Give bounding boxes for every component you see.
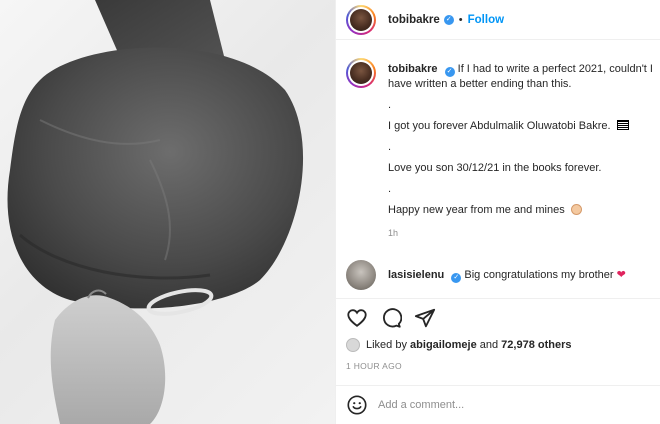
comment-text: lasisielenu ✓ Big congratulations my bro… (388, 268, 626, 283)
likes-and: and (479, 339, 499, 351)
post-photo[interactable] (0, 0, 335, 424)
smile-icon[interactable] (346, 394, 368, 416)
add-comment-bar: Add a comment... (336, 385, 660, 424)
red-heart-emoji-icon: ❤ (616, 268, 626, 281)
post-timestamp[interactable]: 1 HOUR AGO (346, 361, 402, 371)
fist-and-baby-hand-image (7, 0, 304, 424)
add-comment-input[interactable]: Add a comment... (378, 399, 464, 411)
caption-text: tobibakre ✓ If I had to write a perfect … (388, 62, 660, 241)
comment-body: Big congratulations my brother (464, 268, 614, 281)
caption-line-5: Love you son 30/12/21 in the books forev… (388, 162, 602, 174)
comment-item: lasisielenu ✓ Big congratulations my bro… (346, 260, 660, 290)
follow-button[interactable]: Follow (468, 14, 504, 26)
author-username[interactable]: tobibakre (388, 14, 440, 26)
caption-username[interactable]: tobibakre (388, 63, 438, 75)
heart-icon[interactable] (346, 307, 368, 329)
post-view: tobibakre ✓ • Follow tobibakre ✓ If I ha… (0, 0, 660, 424)
likes-prefix: Liked by (366, 339, 407, 351)
share-icon[interactable] (414, 307, 436, 329)
caption-line-4: . (388, 141, 392, 153)
header-separator: • (458, 13, 463, 26)
post-sidebar: tobibakre ✓ • Follow tobibakre ✓ If I ha… (335, 0, 660, 424)
author-avatar[interactable] (346, 4, 376, 35)
commenter-avatar[interactable] (346, 260, 376, 290)
flag-emoji-icon (616, 120, 629, 130)
liker-avatar[interactable] (346, 338, 360, 352)
baby-emoji-icon (570, 204, 582, 215)
verified-badge-icon: ✓ (444, 67, 455, 77)
caption-timestamp[interactable]: 1h (388, 226, 660, 241)
comment-icon[interactable] (380, 307, 402, 329)
comments-panel[interactable]: tobibakre ✓ If I had to write a perfect … (336, 40, 660, 298)
caption-line-7: Happy new year from me and mines (388, 204, 565, 216)
commenter-username[interactable]: lasisielenu (388, 269, 444, 281)
action-bar (336, 298, 660, 336)
verified-badge-icon: ✓ (451, 272, 462, 283)
caption-avatar[interactable] (346, 58, 376, 88)
liker-username[interactable]: abigailomeje (410, 339, 477, 351)
verified-badge-icon: ✓ (443, 14, 454, 25)
caption-line-3: I got you forever Abdulmalik Oluwatobi B… (388, 120, 611, 132)
likes-summary: Liked by abigailomeje and 72,978 others (346, 338, 572, 352)
caption-line-6: . (388, 183, 392, 195)
caption-line-2: . (388, 99, 392, 111)
post-header: tobibakre ✓ • Follow (336, 0, 660, 40)
likes-count[interactable]: 72,978 others (501, 339, 571, 351)
